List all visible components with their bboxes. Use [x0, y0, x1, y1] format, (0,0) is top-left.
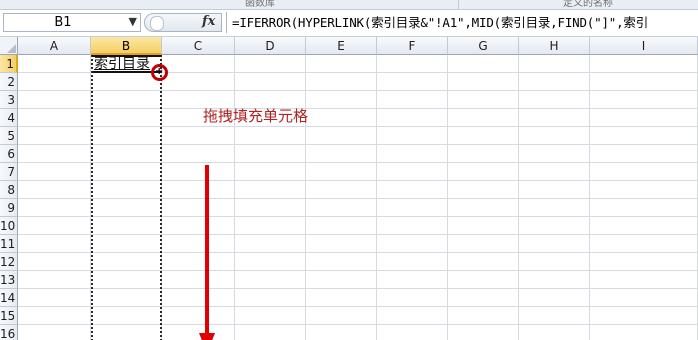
row-headers: 1 2 3 4 5 6 7 8 9 10 11 12 13 14 15 16 — [0, 55, 18, 340]
column-header-g[interactable]: G — [448, 37, 519, 55]
cell-area[interactable]: 索引目录 + 拖拽填充单元格 — [18, 55, 698, 340]
formula-bar-controls: fx — [144, 13, 222, 32]
column-header-c[interactable]: C — [162, 37, 235, 55]
resize-grip-icon[interactable] — [150, 16, 164, 31]
row-header-15[interactable]: 15 — [0, 307, 18, 325]
down-arrow-icon — [199, 165, 215, 340]
gridline-vertical — [376, 55, 377, 340]
formula-bar: B1 ▼ fx =IFERROR(HYPERLINK(索引目录&"!A1",MI… — [0, 10, 698, 37]
gridline-vertical — [447, 55, 448, 340]
ribbon-group-function-library[interactable]: 函数库 — [245, 0, 275, 9]
column-header-a[interactable]: A — [18, 37, 91, 55]
row-header-12[interactable]: 12 — [0, 253, 18, 271]
gridline-vertical — [305, 55, 306, 340]
row-header-6[interactable]: 6 — [0, 145, 18, 163]
select-all-corner[interactable] — [0, 37, 18, 55]
row-header-2[interactable]: 2 — [0, 73, 18, 91]
column-header-h[interactable]: H — [519, 37, 590, 55]
fill-handle-cursor-icon[interactable]: + — [155, 67, 163, 77]
row-header-1[interactable]: 1 — [0, 55, 18, 73]
insert-function-icon[interactable]: fx — [202, 14, 215, 29]
column-header-b[interactable]: B — [91, 37, 162, 55]
select-all-icon — [7, 44, 16, 53]
ribbon-group-defined-names[interactable]: 定义的名称 — [563, 0, 613, 9]
row-header-11[interactable]: 11 — [0, 235, 18, 253]
row-header-13[interactable]: 13 — [0, 271, 18, 289]
column-header-i[interactable]: I — [590, 37, 698, 55]
row-header-14[interactable]: 14 — [0, 289, 18, 307]
row-header-9[interactable]: 9 — [0, 199, 18, 217]
spreadsheet-grid: ABCDEFGHI 1 2 3 4 5 6 7 8 9 10 11 12 13 14 15 16 索引目录 +… — [0, 37, 698, 340]
row-header-8[interactable]: 8 — [0, 181, 18, 199]
column-b-selection — [91, 55, 162, 340]
gridline-vertical — [518, 55, 519, 340]
row-header-5[interactable]: 5 — [0, 127, 18, 145]
ribbon-strip: 函数库 定义的名称 — [0, 0, 698, 10]
row-header-3[interactable]: 3 — [0, 91, 18, 109]
column-header-e[interactable]: E — [306, 37, 377, 55]
gridline-vertical — [234, 55, 235, 340]
name-box-value: B1 — [54, 15, 72, 30]
column-headers: ABCDEFGHI — [18, 37, 698, 55]
row-header-16[interactable]: 16 — [0, 325, 18, 340]
formula-input[interactable]: =IFERROR(HYPERLINK(索引目录&"!A1",MID(索引目录,F… — [226, 12, 698, 33]
ribbon-separator — [458, 0, 459, 9]
column-header-d[interactable]: D — [235, 37, 306, 55]
chevron-down-icon[interactable]: ▼ — [129, 15, 137, 28]
row-header-7[interactable]: 7 — [0, 163, 18, 181]
row-header-4[interactable]: 4 — [0, 109, 18, 127]
row-header-10[interactable]: 10 — [0, 217, 18, 235]
annotation-label: 拖拽填充单元格 — [203, 107, 309, 125]
column-header-f[interactable]: F — [377, 37, 448, 55]
gridline-vertical — [589, 55, 590, 340]
name-box[interactable]: B1 ▼ — [3, 13, 141, 32]
